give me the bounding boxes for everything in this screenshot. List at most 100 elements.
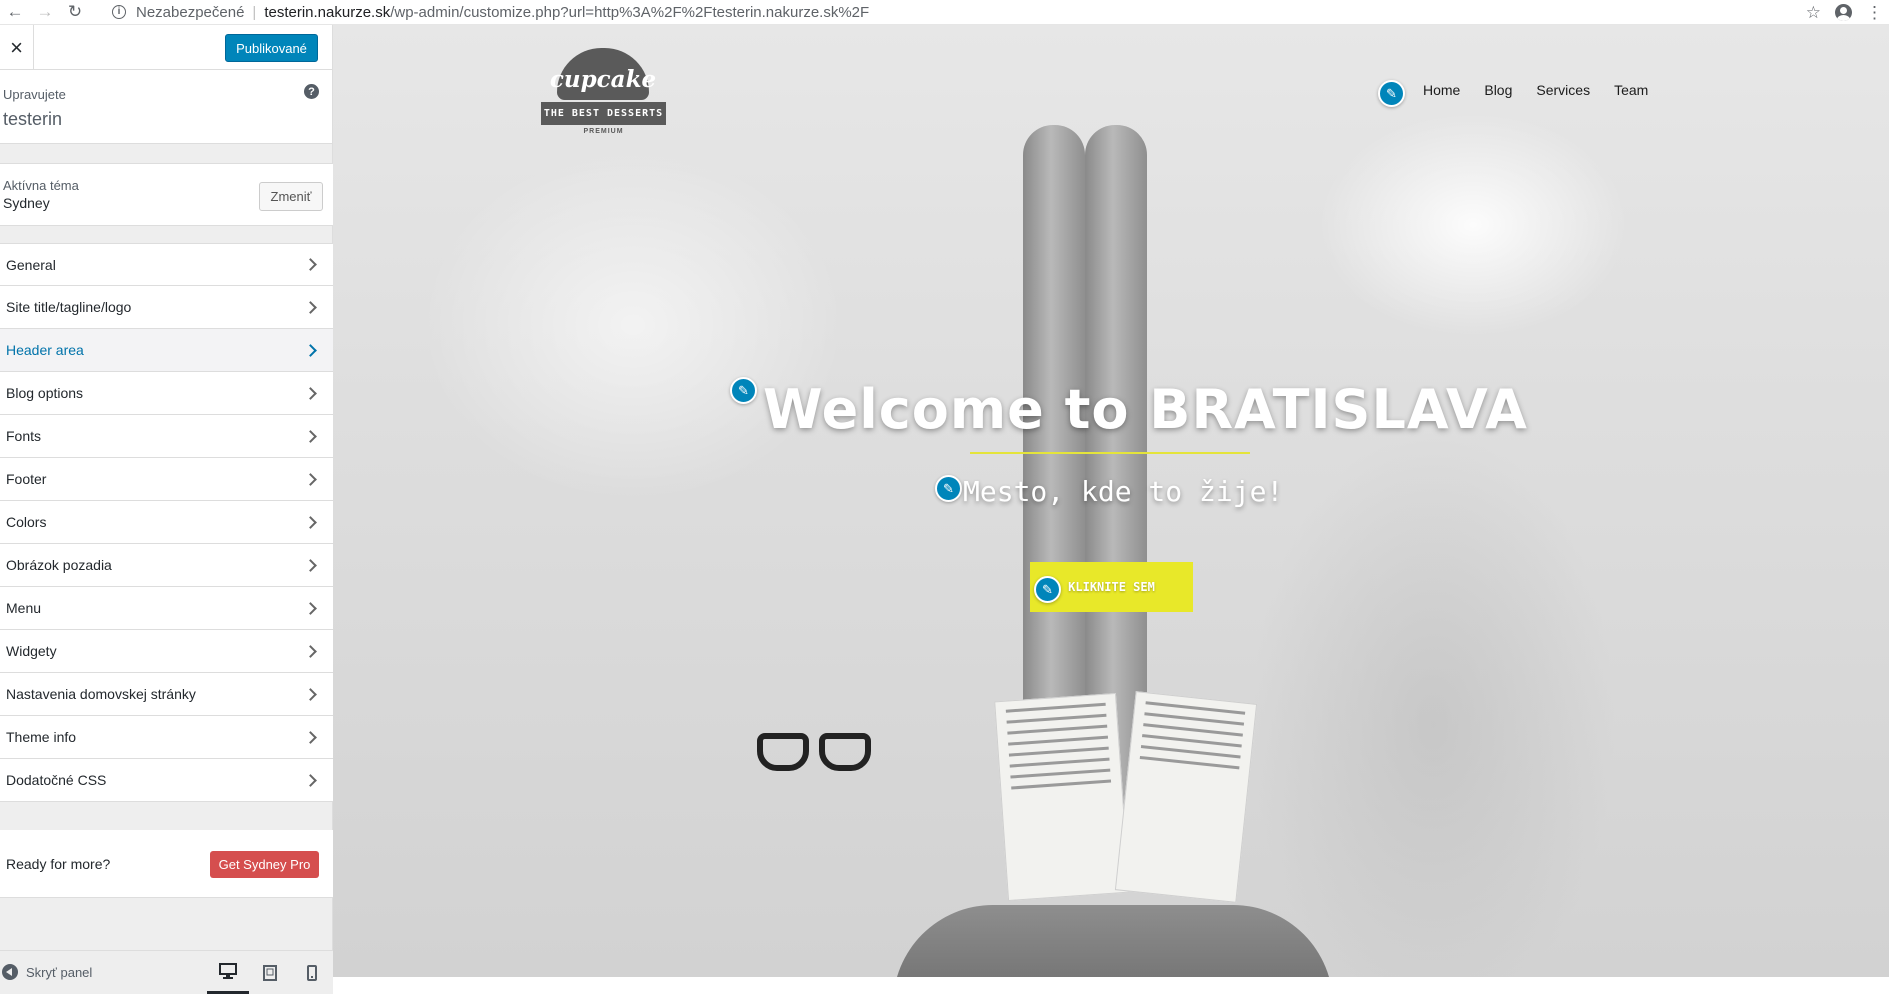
- hero-photo-book: [994, 691, 1258, 907]
- menu-item-additional-css[interactable]: Dodatočné CSS: [0, 759, 333, 802]
- site-logo[interactable]: cupcake THE BEST DESSERTS PREMIUM: [541, 48, 666, 138]
- pencil-icon[interactable]: ✎: [935, 475, 962, 502]
- menu-item-label: Header area: [6, 342, 84, 358]
- menu-item-blog-options[interactable]: Blog options: [0, 372, 333, 415]
- theme-label: Aktívna téma: [3, 178, 79, 193]
- mobile-icon: [307, 965, 317, 981]
- desktop-preview-button[interactable]: [207, 951, 249, 994]
- menu-item-footer[interactable]: Footer: [0, 458, 333, 501]
- logo-badge: cupcake: [550, 48, 656, 100]
- chevron-right-icon: [304, 773, 317, 787]
- browser-address-bar: ← → ↻ i Nezabezpečené | testerin.nakurze…: [0, 0, 1889, 25]
- menu-item-label: Dodatočné CSS: [6, 772, 107, 788]
- nav-link-services[interactable]: Services: [1536, 82, 1590, 98]
- url-domain[interactable]: testerin.nakurze.sk: [264, 4, 390, 21]
- theme-name: Sydney: [3, 195, 50, 211]
- preview-bottom-strip: [333, 977, 1889, 994]
- chevron-right-icon: [304, 730, 317, 744]
- active-theme-panel: Aktívna téma Sydney Zmeniť: [0, 163, 333, 226]
- site-preview: cupcake THE BEST DESSERTS PREMIUM ✎ Home…: [333, 25, 1889, 977]
- nav-link-home[interactable]: Home: [1423, 82, 1460, 98]
- url-path[interactable]: /wp-admin/customize.php?url=http%3A%2F%2…: [390, 4, 869, 21]
- menu-item-label: Footer: [6, 471, 47, 487]
- chevron-right-icon: [304, 558, 317, 572]
- pencil-icon[interactable]: ✎: [730, 377, 757, 404]
- menu-item-widgets[interactable]: Widgety: [0, 630, 333, 673]
- customizer-footer: Skryť panel: [0, 950, 333, 994]
- menu-item-label: General: [6, 256, 56, 273]
- tablet-icon: [263, 965, 277, 981]
- star-icon[interactable]: ☆: [1806, 3, 1821, 23]
- menu-item-fonts[interactable]: Fonts: [0, 415, 333, 458]
- pencil-icon[interactable]: ✎: [1378, 80, 1405, 107]
- editing-label: Upravujete: [3, 87, 66, 102]
- hero-divider: [970, 452, 1250, 454]
- info-icon[interactable]: i: [108, 1, 130, 23]
- hero-title: Welcome to BRATISLAVA: [763, 378, 1528, 441]
- collapse-label: Skryť panel: [26, 964, 93, 980]
- get-pro-button[interactable]: Get Sydney Pro: [210, 851, 319, 878]
- menu-item-label: Site title/tagline/logo: [6, 299, 132, 315]
- menu-item-header-area[interactable]: Header area: [0, 329, 333, 372]
- nav-link-blog[interactable]: Blog: [1484, 82, 1512, 98]
- hero-photo-sweater: [893, 905, 1333, 977]
- site-nav: Home Blog Services Team: [1423, 82, 1648, 98]
- menu-item-menus[interactable]: Menu: [0, 587, 333, 630]
- menu-item-homepage-settings[interactable]: Nastavenia domovskej stránky: [0, 673, 333, 716]
- security-label: Nezabezpečené: [136, 3, 245, 21]
- menu-item-label: Theme info: [6, 729, 77, 745]
- logo-script: cupcake: [549, 66, 657, 93]
- close-icon[interactable]: ×: [0, 25, 34, 70]
- browser-actions: ☆ ⋮: [1806, 0, 1889, 25]
- menu-item-label: Blog options: [6, 385, 84, 401]
- collapse-panel-button[interactable]: Skryť panel: [2, 964, 92, 980]
- url-separator: |: [252, 3, 257, 21]
- help-icon[interactable]: ?: [304, 84, 319, 99]
- menu-item-theme-info[interactable]: Theme info: [0, 716, 333, 759]
- hero-button-label: KLIKNITE SEM: [1068, 580, 1155, 594]
- hero-subtitle: Mesto, kde to žije!: [963, 475, 1284, 508]
- collapse-icon: [2, 964, 18, 980]
- menu-item-site-title[interactable]: Site title/tagline/logo: [0, 286, 333, 329]
- menu-item-general[interactable]: General: [0, 243, 333, 286]
- publish-button[interactable]: Publikované: [225, 34, 318, 62]
- chevron-right-icon: [304, 472, 317, 486]
- customizer-menu: General Site title/tagline/logo Header a…: [0, 243, 333, 802]
- hero-photo-glasses: [753, 725, 883, 775]
- chevron-right-icon: [304, 386, 317, 400]
- menu-item-label: Fonts: [6, 428, 42, 444]
- chevron-right-icon: [304, 429, 317, 443]
- customizer-header: × Publikované: [0, 25, 332, 70]
- reload-icon[interactable]: ↻: [60, 0, 90, 24]
- chevron-right-icon: [304, 644, 317, 658]
- chevron-right-icon: [304, 343, 317, 357]
- upsell-text: Ready for more?: [6, 856, 111, 872]
- chevron-right-icon: [304, 687, 317, 701]
- logo-band: THE BEST DESSERTS: [541, 102, 666, 125]
- account-icon[interactable]: [1835, 4, 1852, 21]
- editing-info: Upravujete testerin ?: [0, 70, 332, 144]
- chevron-right-icon: [304, 601, 317, 615]
- back-arrow-icon[interactable]: ←: [0, 0, 30, 24]
- chevron-right-icon: [304, 515, 317, 529]
- menu-item-label: Widgety: [6, 643, 57, 659]
- desktop-icon: [219, 963, 237, 979]
- chevron-right-icon: [304, 300, 317, 314]
- mobile-preview-button[interactable]: [291, 951, 333, 994]
- logo-sub: PREMIUM: [583, 128, 624, 135]
- menu-item-label: Colors: [6, 514, 47, 530]
- kebab-menu-icon[interactable]: ⋮: [1866, 3, 1883, 23]
- menu-item-label: Menu: [6, 600, 42, 616]
- menu-item-label: Nastavenia domovskej stránky: [6, 686, 196, 702]
- site-name: testerin: [3, 109, 63, 129]
- pencil-icon[interactable]: ✎: [1034, 576, 1061, 603]
- menu-item-label: Obrázok pozadia: [6, 557, 112, 573]
- forward-arrow-icon[interactable]: →: [30, 0, 60, 24]
- customizer-sidebar: × Publikované Upravujete testerin ? Aktí…: [0, 25, 333, 994]
- nav-link-team[interactable]: Team: [1614, 82, 1648, 98]
- menu-item-background-image[interactable]: Obrázok pozadia: [0, 544, 333, 587]
- change-theme-button[interactable]: Zmeniť: [259, 182, 323, 211]
- menu-item-colors[interactable]: Colors: [0, 501, 333, 544]
- upsell-panel: Ready for more? Get Sydney Pro: [0, 830, 333, 898]
- tablet-preview-button[interactable]: [249, 951, 291, 994]
